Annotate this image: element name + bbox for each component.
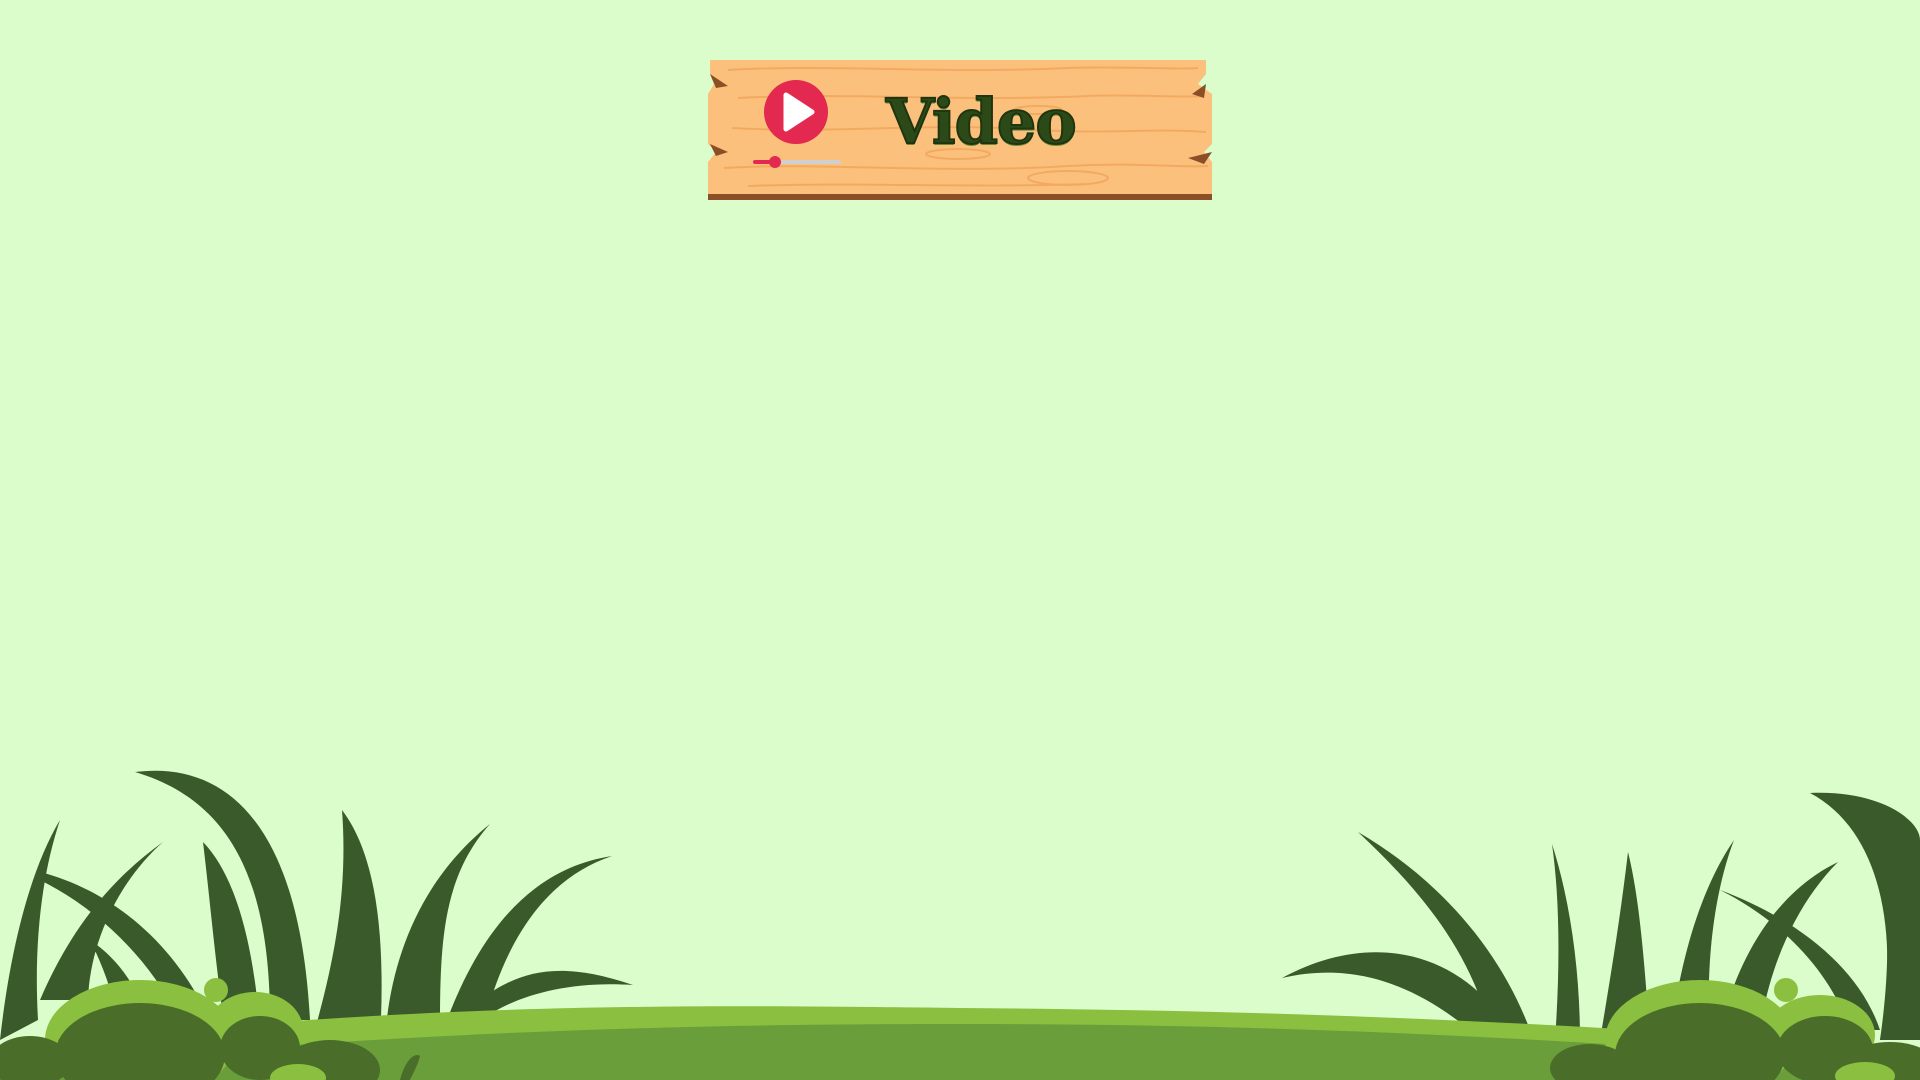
video-slide: Video [0,0,1920,1080]
play-icon [783,92,815,132]
sign-title: Video [885,84,1078,159]
volume-slider[interactable] [753,156,841,168]
volume-thumb[interactable] [769,156,781,168]
video-sign-board: Video [708,58,1212,200]
play-button[interactable] [764,80,828,144]
